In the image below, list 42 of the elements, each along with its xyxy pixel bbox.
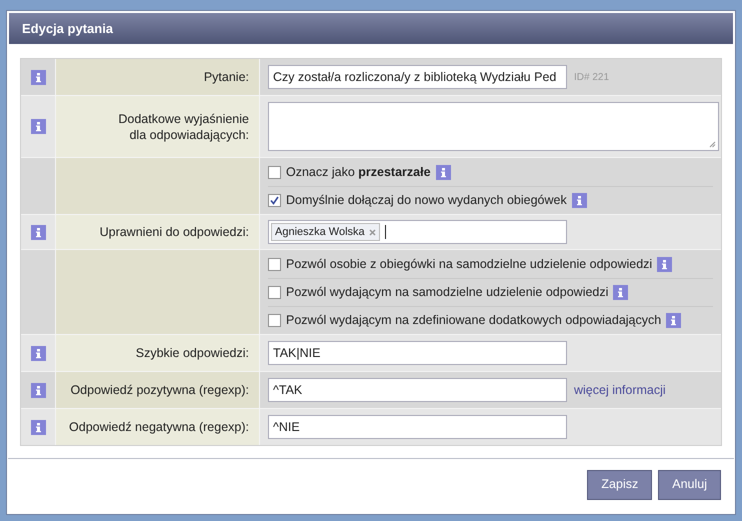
- info-icon[interactable]: [30, 382, 46, 398]
- info-icon[interactable]: [666, 313, 682, 328]
- text-field[interactable]: Czy został/a rozliczona/y z biblioteką Wydziału Ped: [268, 65, 567, 89]
- field-label: Dodatkowe wyjaśnienie dla odpowiadających:: [118, 110, 249, 142]
- info-icon[interactable]: [572, 193, 587, 208]
- field-label: Odpowiedź pozytywna (regexp):: [70, 382, 249, 398]
- checkbox[interactable]: [268, 194, 281, 207]
- textarea-field[interactable]: [268, 102, 719, 151]
- id-label: ID# 221: [574, 70, 610, 84]
- checkbox-label[interactable]: Pozwól wydającym na samodzielne udzielenie odpowiedzi: [286, 283, 608, 302]
- info-icon[interactable]: [436, 164, 451, 180]
- field-label: Uprawnieni do odpowiedzi:: [100, 224, 249, 240]
- more-info-link[interactable]: więcej informacji: [574, 380, 666, 400]
- checkbox-label[interactable]: Oznacz jako przestarzałe: [286, 162, 431, 182]
- info-icon[interactable]: [30, 70, 46, 84]
- checkbox-label[interactable]: Pozwól osobie z obiegówki na samodzielne udzielenie odpowiedzi: [286, 254, 652, 274]
- checkbox-label[interactable]: Domyślnie dołączaj do nowo wydanych obiegówek: [286, 191, 567, 210]
- info-icon[interactable]: [30, 224, 46, 240]
- text-field[interactable]: TAK|NIE: [268, 341, 567, 365]
- tag-input-field[interactable]: Agnieszka Wolska: [268, 220, 567, 244]
- field-label: Pytanie:: [204, 69, 249, 85]
- text-field[interactable]: ^TAK: [268, 378, 567, 402]
- checkbox[interactable]: [268, 314, 281, 327]
- checkbox[interactable]: [268, 258, 281, 270]
- resize-handle-icon[interactable]: [709, 141, 716, 148]
- remove-icon[interactable]: [368, 228, 376, 236]
- cancel-button[interactable]: Anuluj: [658, 470, 721, 500]
- info-icon[interactable]: [30, 420, 46, 434]
- checkbox-label[interactable]: Pozwól wydającym na zdefiniowane dodatkowych odpowiadających: [286, 311, 662, 330]
- text-field[interactable]: ^NIE: [268, 415, 567, 439]
- field-label: Szybkie odpowiedzi:: [136, 345, 249, 361]
- info-icon[interactable]: [30, 119, 46, 134]
- dialog-title: Edycja pytania: [9, 13, 733, 44]
- checkbox[interactable]: [268, 166, 281, 178]
- info-icon[interactable]: [657, 256, 672, 272]
- checkbox[interactable]: [268, 286, 281, 299]
- text-cursor: [384, 225, 386, 239]
- info-icon[interactable]: [30, 346, 46, 360]
- info-icon[interactable]: [613, 285, 628, 300]
- field-label: Odpowiedź negatywna (regexp):: [69, 419, 249, 435]
- save-button[interactable]: Zapisz: [587, 470, 652, 500]
- tag-label: Agnieszka Wolska: [275, 224, 365, 240]
